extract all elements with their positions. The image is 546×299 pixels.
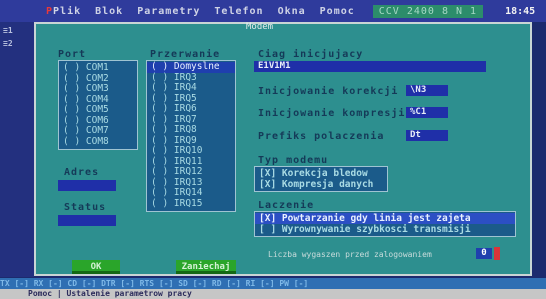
- prefix-label: Prefiks polaczenia: [258, 131, 385, 142]
- irq-label: Przerwanie: [150, 49, 221, 60]
- window-indicator: ≡2: [3, 39, 13, 48]
- port-option[interactable]: ( ) COM1: [59, 62, 137, 74]
- dialog-title: Modem: [246, 22, 274, 32]
- irq-list: ( ) Domyslne ( ) IRQ3 ( ) IRQ4 ( ) IRQ5 …: [146, 60, 236, 212]
- status-field[interactable]: [58, 215, 116, 226]
- line-status: CCV 2400 8 N 1: [372, 4, 484, 18]
- port-label: Port: [58, 49, 87, 60]
- clock: 18:45: [505, 5, 536, 17]
- menu-plik[interactable]: PPlik: [46, 6, 81, 17]
- cancel-button[interactable]: Zaniechaj: [176, 260, 236, 274]
- connection-group: [X] Powtarzanie gdy linia jest zajeta [ …: [254, 211, 516, 237]
- menu-parametry[interactable]: Parametry: [137, 6, 200, 17]
- init-label: Ciag inicjujacy: [258, 49, 364, 60]
- speed-equalize-checkbox[interactable]: [ ] Wyrownywanie szybkosci transmisji: [255, 224, 515, 235]
- hint-value-field[interactable]: 0: [476, 248, 492, 259]
- irq-option[interactable]: ( ) IRQ10: [147, 145, 235, 157]
- connection-label: Laczenie: [258, 200, 315, 211]
- irq-option[interactable]: ( ) IRQ6: [147, 103, 235, 115]
- window-indicator: ≡1: [3, 26, 13, 35]
- irq-option[interactable]: ( ) Domyslne: [147, 61, 235, 73]
- hint-text: Liczba wygaszen przed zalogowaniem: [268, 250, 432, 259]
- compression-checkbox[interactable]: [X] Kompresja danych: [255, 179, 387, 190]
- menu-telefon[interactable]: Telefon: [214, 6, 263, 17]
- port-option[interactable]: ( ) COM7: [59, 125, 137, 137]
- ok-button[interactable]: OK: [72, 260, 120, 274]
- irq-option[interactable]: ( ) IRQ15: [147, 198, 235, 210]
- init-string-field[interactable]: E1V1M1: [254, 61, 486, 72]
- port-option[interactable]: ( ) COM3: [59, 83, 137, 95]
- irq-option[interactable]: ( ) IRQ8: [147, 124, 235, 136]
- irq-option[interactable]: ( ) IRQ4: [147, 82, 235, 94]
- menu-pomoc[interactable]: Pomoc: [320, 6, 355, 17]
- port-option[interactable]: ( ) COM5: [59, 104, 137, 116]
- modem-dialog: Modem Port ( ) COM1 ( ) COM2 ( ) COM3 ( …: [34, 22, 532, 276]
- adres-field[interactable]: [58, 180, 116, 191]
- port-list: ( ) COM1 ( ) COM2 ( ) COM3 ( ) COM4 ( ) …: [58, 60, 138, 150]
- menu-blok[interactable]: Blok: [95, 6, 123, 17]
- modem-type-label: Typ modemu: [258, 155, 329, 166]
- modem-type-group: [X] Korekcja bledow [X] Kompresja danych: [254, 166, 388, 192]
- prefix-field[interactable]: Dt: [406, 130, 448, 141]
- redial-checkbox[interactable]: [X] Powtarzanie gdy linia jest zajeta: [255, 213, 515, 224]
- compression-label: Inicjowanie kompresji: [258, 108, 406, 119]
- menu-bar: PPlik Blok Parametry Telefon Okna Pomoc …: [0, 0, 546, 22]
- desktop-strip: ≡1 ≡2: [0, 22, 34, 277]
- error-correction-checkbox[interactable]: [X] Korekcja bledow: [255, 168, 387, 179]
- correction-field[interactable]: \N3: [406, 85, 448, 96]
- signal-bar: TX [-] RX [-] CD [-] DTR [-] RTS [-] SD …: [0, 278, 546, 289]
- adres-label: Adres: [64, 167, 100, 178]
- menu-okna[interactable]: Okna: [278, 6, 306, 17]
- irq-option[interactable]: ( ) IRQ14: [147, 187, 235, 199]
- status-line: Pomoc | Ustalenie parametrow pracy: [0, 289, 546, 299]
- correction-label: Inicjowanie korekcji: [258, 86, 399, 97]
- port-option[interactable]: ( ) COM8: [59, 136, 137, 148]
- compression-field[interactable]: %C1: [406, 107, 448, 118]
- red-indicator: [494, 247, 500, 260]
- status-label: Status: [64, 202, 107, 213]
- irq-option[interactable]: ( ) IRQ12: [147, 166, 235, 178]
